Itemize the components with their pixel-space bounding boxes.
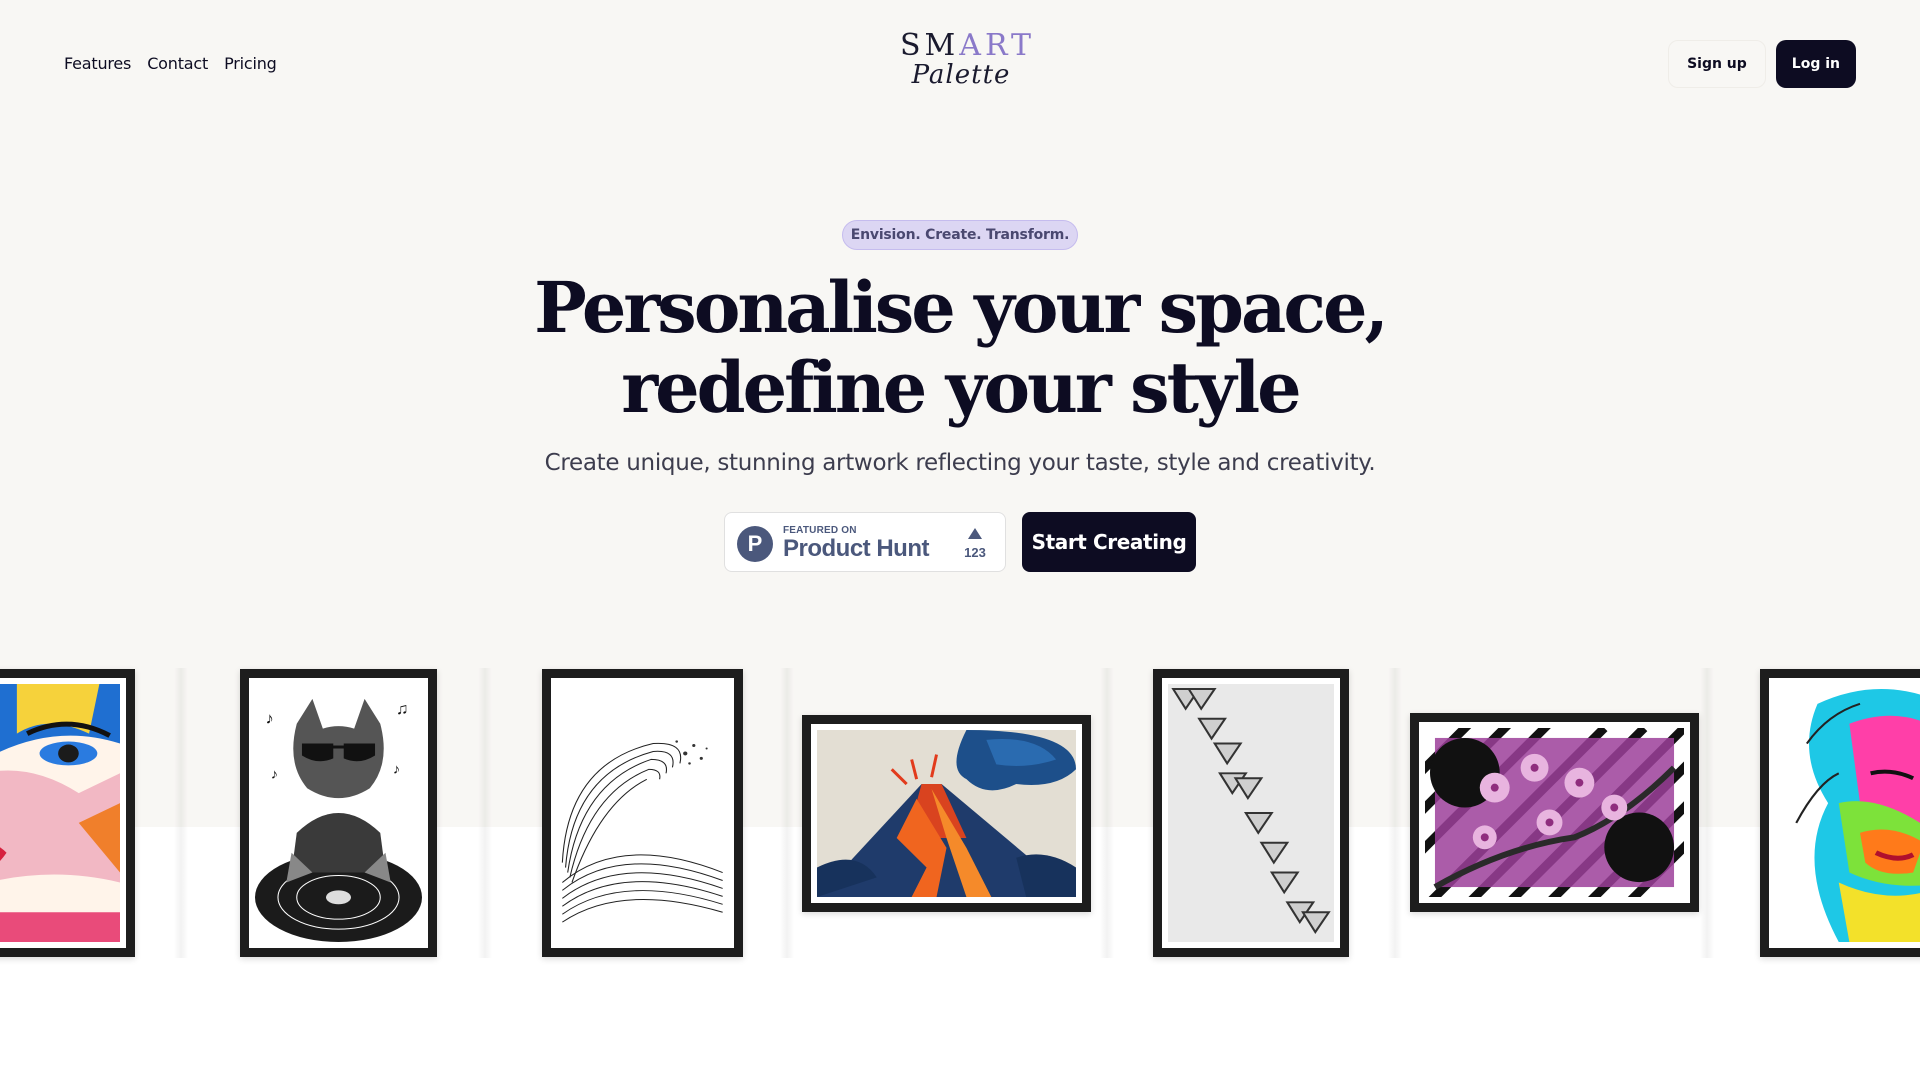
artwork-neon-face[interactable] <box>1760 669 1920 957</box>
svg-text:♪: ♪ <box>271 767 278 783</box>
producthunt-name: Product Hunt <box>783 535 929 562</box>
tagline-badge: Envision. Create. Transform. <box>842 220 1078 250</box>
gallery-divider <box>1700 668 1714 958</box>
gallery-divider <box>1100 668 1114 958</box>
artwork-volcano[interactable] <box>802 715 1091 912</box>
upvote-arrow-icon <box>968 528 982 539</box>
artwork-pop-art-face[interactable] <box>0 669 135 957</box>
producthunt-icon: P <box>737 526 773 562</box>
artwork-gallery: ♪ ♫ ♪ ♪ <box>0 660 1920 960</box>
svg-text:♪: ♪ <box>393 762 400 778</box>
cta-row: P FEATURED ON Product Hunt 123 Start Cre… <box>724 512 1196 572</box>
login-button[interactable]: Log in <box>1775 40 1856 88</box>
nav-contact[interactable]: Contact <box>147 54 208 73</box>
producthunt-count: 123 <box>964 545 986 560</box>
nav-pricing[interactable]: Pricing <box>224 54 277 73</box>
hero-headline: Personalise your space, redefine your st… <box>460 268 1460 428</box>
hero-subhead: Create unique, stunning artwork reflecti… <box>544 450 1376 476</box>
producthunt-badge[interactable]: P FEATURED ON Product Hunt 123 <box>724 512 1006 572</box>
nav-features[interactable]: Features <box>64 54 131 73</box>
signup-button[interactable]: Sign up <box>1668 40 1766 88</box>
gallery-divider <box>780 668 794 958</box>
svg-text:♪: ♪ <box>265 710 273 728</box>
headline-line-2: redefine your style <box>621 346 1301 429</box>
logo-wordmark: SMART <box>900 28 1036 63</box>
auth-buttons: Sign up Log in <box>1668 40 1856 88</box>
headline-line-1: Personalise your space, <box>534 266 1389 349</box>
site-header: Features Contact Pricing SMART Palette S… <box>0 0 1920 128</box>
site-logo[interactable]: SMART Palette <box>900 28 1036 98</box>
gallery-divider <box>1388 668 1402 958</box>
artwork-dj-cat[interactable]: ♪ ♫ ♪ ♪ <box>240 669 437 957</box>
logo-script: Palette <box>911 60 1011 90</box>
gallery-divider <box>174 668 188 958</box>
artwork-diagonal-triangles[interactable] <box>1153 669 1349 957</box>
svg-text:♫: ♫ <box>396 700 409 718</box>
artwork-cherry-blossom[interactable] <box>1410 713 1699 912</box>
artwork-ink-wave[interactable] <box>542 669 743 957</box>
start-creating-button[interactable]: Start Creating <box>1022 512 1196 572</box>
main-nav: Features Contact Pricing <box>64 54 277 73</box>
gallery-divider <box>478 668 492 958</box>
